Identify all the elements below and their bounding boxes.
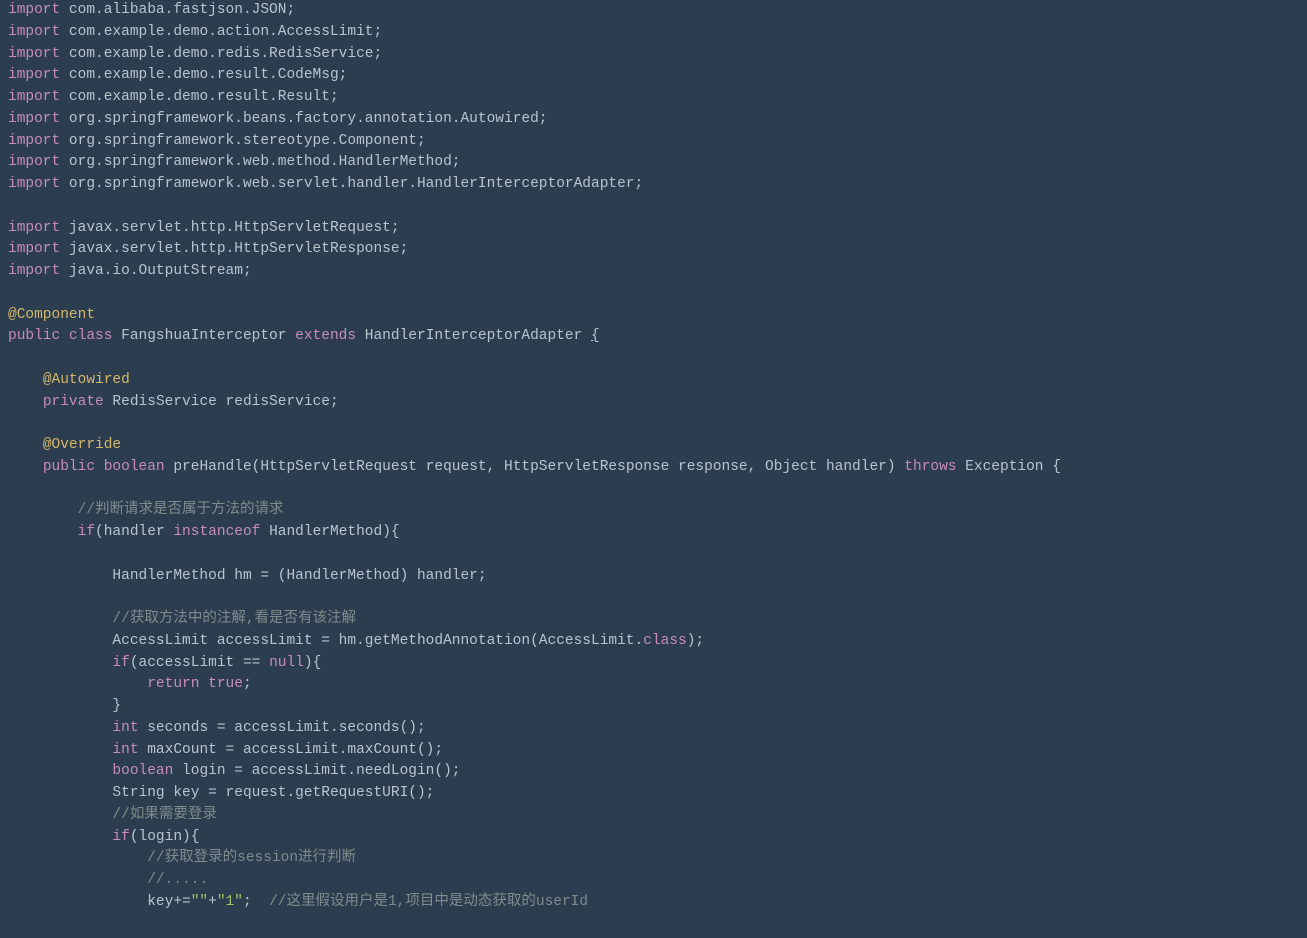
code-editor: import com.alibaba.fastjson.JSON; import…: [0, 0, 1307, 914]
